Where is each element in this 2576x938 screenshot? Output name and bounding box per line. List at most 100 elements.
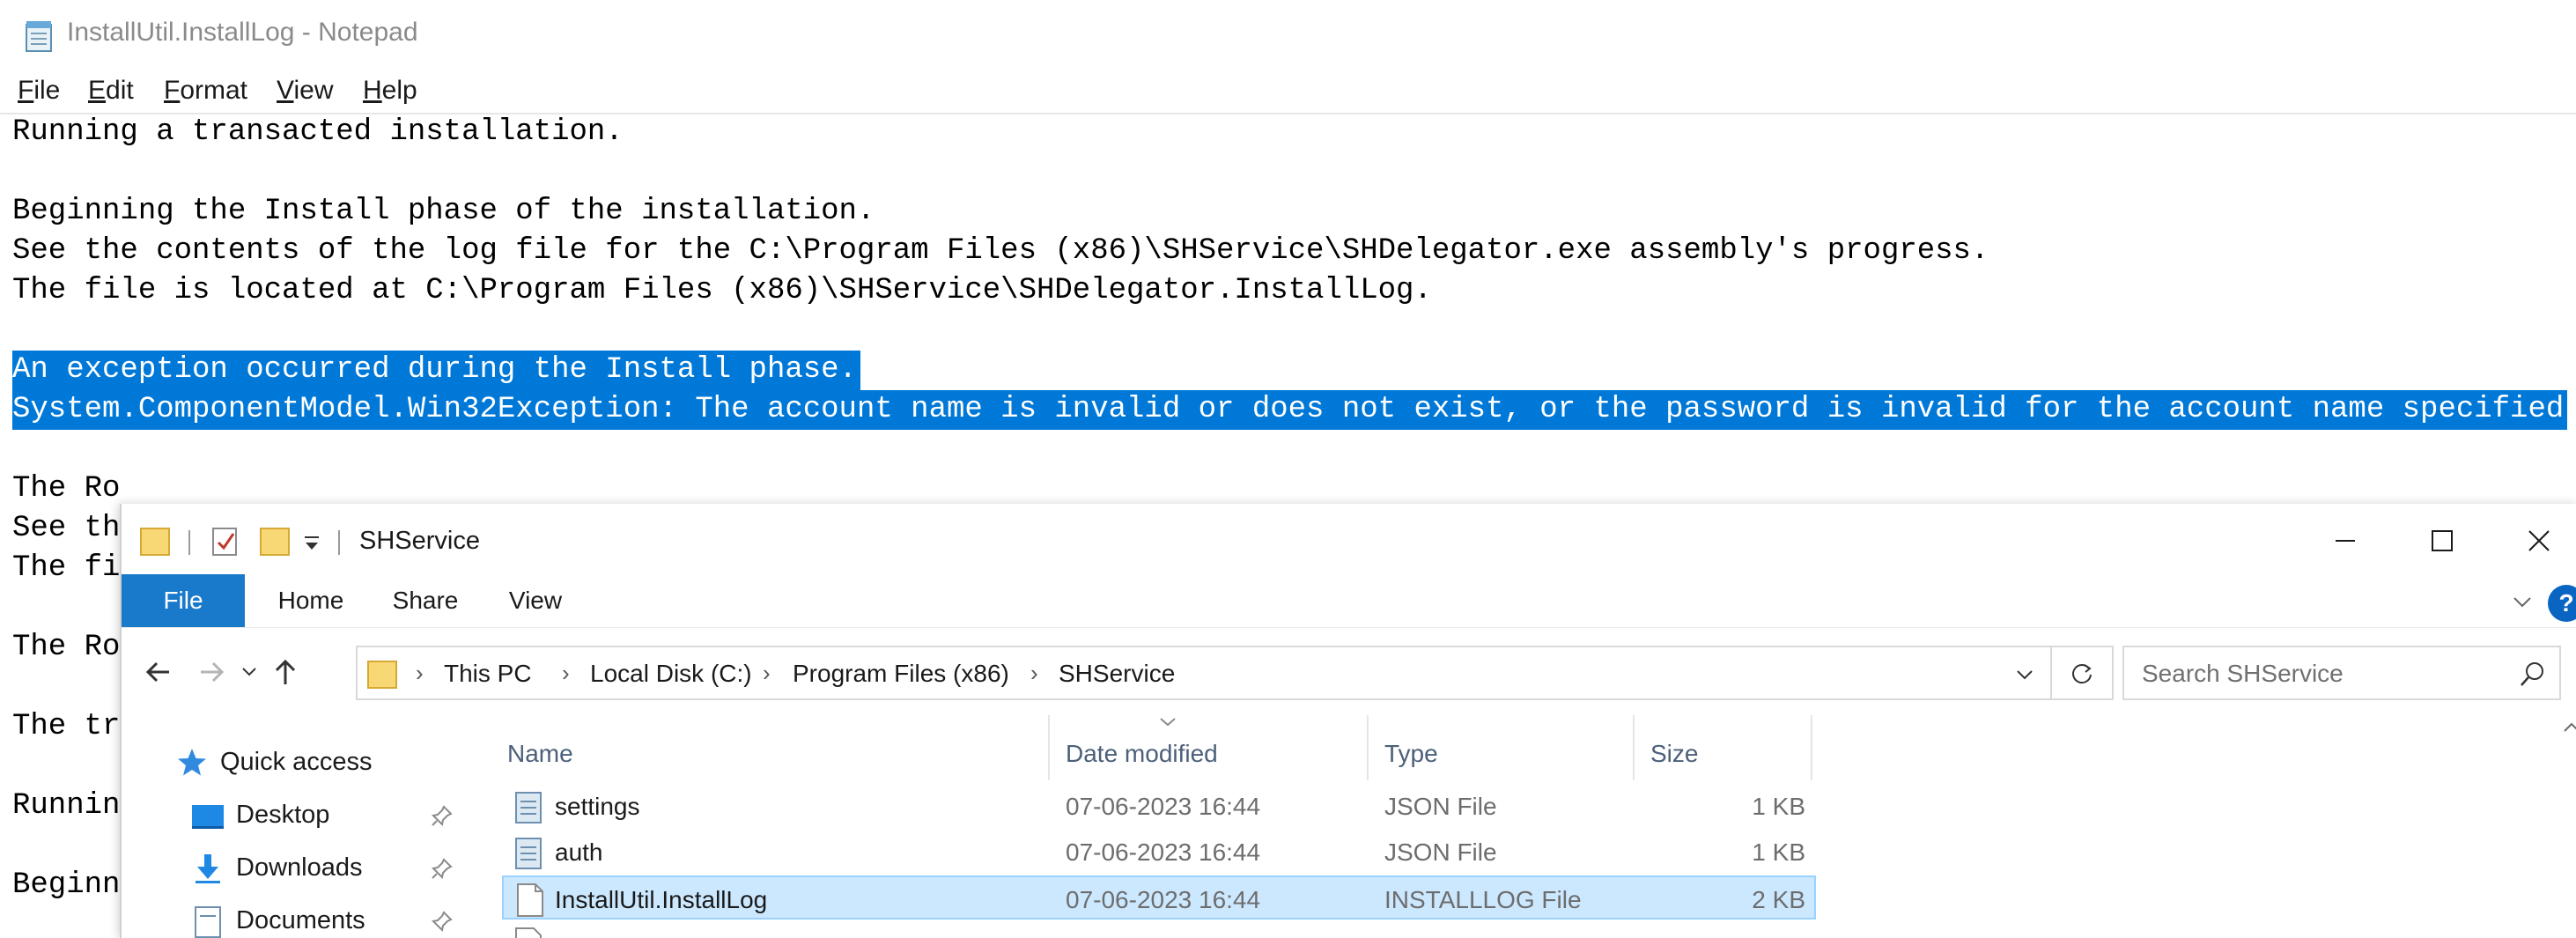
toolbar-separator — [338, 530, 340, 555]
nav-item-label: Downloads — [236, 853, 363, 882]
file-name: settings — [555, 793, 640, 820]
tab-home[interactable]: Home — [262, 574, 359, 627]
text-line: See the contents of the log file for the… — [12, 234, 1989, 268]
refresh-button[interactable] — [2052, 646, 2114, 700]
folder-icon — [140, 528, 170, 556]
menu-help[interactable]: Help — [363, 76, 417, 106]
nav-item-downloads[interactable]: Downloads — [122, 844, 474, 893]
text-line: The fi — [12, 551, 121, 585]
tab-view[interactable]: View — [491, 574, 579, 627]
file-name: auth — [555, 838, 603, 866]
nav-item-label: Documents — [236, 906, 365, 934]
new-folder-icon[interactable] — [259, 523, 291, 558]
file-row-installutil-installlog[interactable]: InstallUtil.InstallLog 07-06-2023 16:44 … — [502, 875, 1816, 920]
column-divider[interactable] — [1811, 715, 1812, 780]
text-line: See th — [12, 512, 121, 545]
text-line: Runnin — [12, 789, 121, 823]
file-row-auth[interactable]: auth 07-06-2023 16:44 JSON File 1 KB — [502, 830, 1816, 874]
star-icon — [178, 749, 206, 776]
desktop-icon — [192, 805, 224, 829]
search-input[interactable] — [2126, 649, 2522, 698]
refresh-icon — [2072, 664, 2092, 684]
text-line: The Ro — [12, 631, 121, 664]
column-header-name[interactable]: Name — [491, 715, 1048, 780]
file-date-modified: 07-06-2023 16:44 — [1066, 793, 1261, 820]
up-arrow-icon — [275, 659, 296, 684]
text-line: Beginn — [12, 868, 121, 902]
properties-icon[interactable] — [210, 523, 241, 558]
text-line: Beginning the Install phase of the insta… — [12, 195, 875, 228]
column-header-label: Name — [507, 740, 573, 767]
recent-locations-button[interactable] — [236, 654, 262, 690]
file-size: 1 KB — [1752, 838, 1805, 866]
breadcrumb-this-pc[interactable]: This PC — [444, 660, 532, 688]
file-type: INSTALLLOG File — [1384, 886, 1582, 913]
nav-item-label: Desktop — [236, 801, 330, 829]
scroll-up-icon[interactable] — [2561, 717, 2576, 738]
chevron-right-icon: › — [416, 660, 424, 686]
json-file-icon — [515, 792, 542, 824]
forward-button[interactable] — [194, 654, 229, 690]
close-button[interactable] — [2499, 516, 2576, 565]
column-header-type[interactable]: Type — [1369, 715, 1633, 780]
search-icon[interactable] — [2519, 660, 2547, 688]
toolbar-separator — [188, 530, 190, 555]
expand-ribbon-icon[interactable] — [2511, 590, 2534, 613]
chevron-right-icon: › — [1030, 660, 1038, 686]
pin-icon[interactable] — [430, 909, 454, 934]
pin-icon[interactable] — [430, 856, 454, 881]
address-toolbar: › This PC › Local Disk (C:) › Program Fi… — [122, 627, 2576, 716]
documents-icon — [195, 906, 221, 938]
text-line: The tr — [12, 710, 121, 743]
notepad-icon — [26, 21, 52, 52]
notepad-title-bar[interactable]: InstallUtil.InstallLog - Notepad — [0, 0, 2576, 70]
nav-item-desktop[interactable]: Desktop — [122, 791, 474, 840]
file-date-modified: 07-06-2023 16:44 — [1066, 838, 1261, 866]
menu-file[interactable]: File — [18, 76, 60, 106]
breadcrumb-shservice[interactable]: SHService — [1059, 660, 1175, 688]
selected-text-line: An exception occurred during the Install… — [12, 351, 860, 390]
menu-format[interactable]: Format — [164, 76, 247, 106]
column-header-size[interactable]: Size — [1635, 715, 1811, 780]
breadcrumb-program-files[interactable]: Program Files (x86) — [793, 660, 1009, 688]
file-list-pane: Name Date modified Type Size settings 07… — [491, 715, 2576, 938]
json-file-icon — [515, 838, 542, 869]
nav-item-label: Quick access — [220, 748, 373, 776]
navigation-pane: Quick access Desktop Downloads Documents — [122, 715, 474, 938]
file-explorer-window: SHService File Home Share View ? › This … — [120, 504, 2576, 938]
column-header-date-modified[interactable]: Date modified — [1050, 715, 1367, 780]
address-history-icon[interactable] — [2013, 663, 2036, 686]
menu-edit[interactable]: Edit — [88, 76, 134, 106]
forward-arrow-icon — [201, 661, 225, 683]
pin-icon[interactable] — [430, 803, 454, 828]
file-row-settings[interactable]: settings 07-06-2023 16:44 JSON File 1 KB — [502, 784, 1816, 828]
minimize-button[interactable] — [2306, 516, 2385, 565]
chevron-right-icon: › — [763, 660, 771, 686]
address-bar[interactable]: › This PC › Local Disk (C:) › Program Fi… — [356, 646, 2052, 700]
menu-view[interactable]: View — [277, 76, 333, 106]
column-header-label: Date modified — [1066, 740, 1218, 767]
breadcrumb-local-disk[interactable]: Local Disk (C:) — [590, 660, 752, 688]
file-size: 1 KB — [1752, 793, 1805, 820]
file-icon — [515, 927, 542, 938]
column-header-label: Type — [1384, 740, 1438, 767]
nav-item-quick-access[interactable]: Quick access — [122, 738, 474, 787]
back-button[interactable] — [141, 654, 176, 690]
nav-item-documents[interactable]: Documents — [122, 897, 474, 938]
back-arrow-icon — [145, 661, 169, 683]
tab-share[interactable]: Share — [377, 574, 474, 627]
up-button[interactable] — [268, 654, 303, 690]
close-icon — [2528, 530, 2550, 551]
help-icon[interactable]: ? — [2548, 585, 2576, 622]
file-name: InstallUtil.InstallLog — [555, 886, 768, 913]
maximize-button[interactable] — [2403, 516, 2482, 565]
explorer-window-title: SHService — [359, 527, 480, 555]
file-row-partial[interactable] — [502, 921, 1816, 938]
customize-quick-access-icon[interactable] — [301, 523, 322, 558]
tab-file[interactable]: File — [122, 574, 245, 627]
text-line: The Ro — [12, 472, 121, 506]
explorer-title-bar[interactable]: SHService — [122, 504, 2576, 574]
text-line: Running a transacted installation. — [12, 115, 624, 149]
download-icon — [196, 854, 220, 883]
search-box[interactable] — [2122, 646, 2561, 700]
